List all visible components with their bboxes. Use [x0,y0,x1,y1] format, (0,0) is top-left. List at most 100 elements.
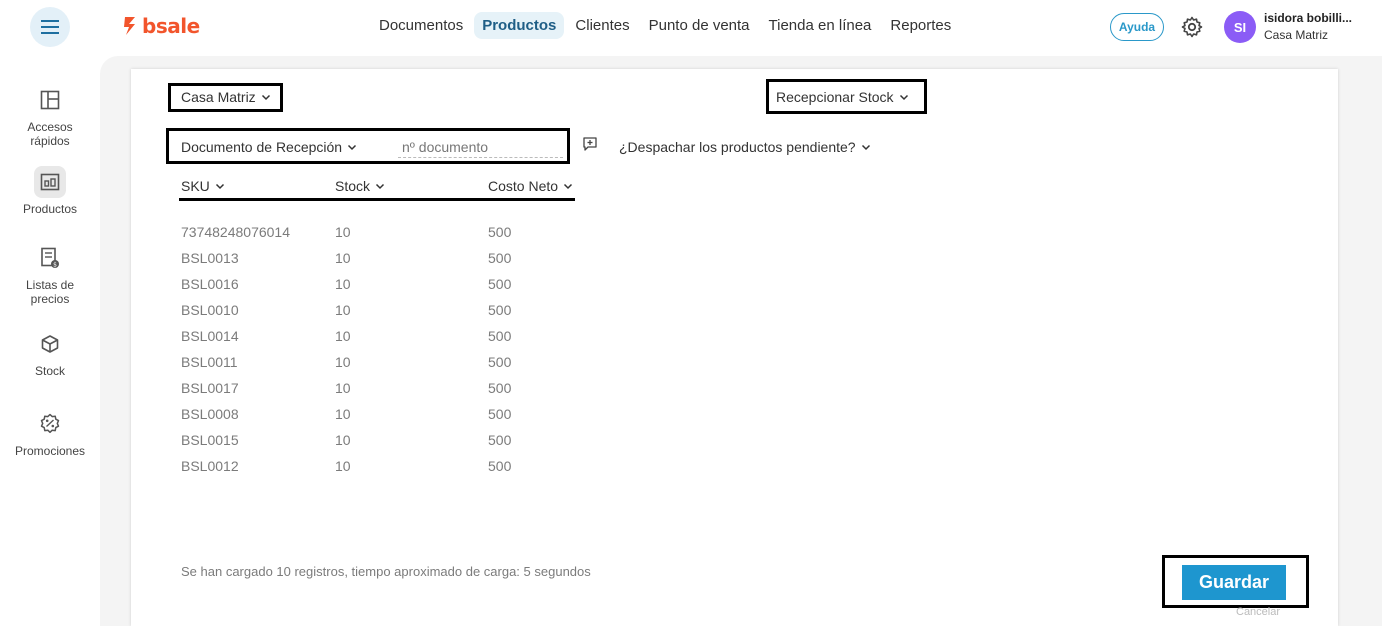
help-button[interactable]: Ayuda [1110,13,1164,41]
cost-cell: 500 [488,432,512,448]
sidebar-item-promociones[interactable]: Promociones [0,408,100,458]
table-row: BSL0014 10 500 [181,328,581,354]
cost-cell: 500 [488,354,512,370]
sku-cell: BSL0010 [181,302,239,318]
sku-cell: BSL0015 [181,432,239,448]
cost-cell: 500 [488,380,512,396]
cost-cell: 500 [488,224,512,240]
sidebar-item-label: Accesos rápidos [27,120,73,148]
top-bar: bsale Documentos Productos Clientes Punt… [0,0,1382,56]
nav-documentos[interactable]: Documentos [371,12,471,39]
add-comment-icon[interactable] [582,136,598,152]
stock-cell: 10 [335,224,351,240]
menu-icon [41,20,59,34]
sidebar-item-label: Productos [22,202,78,216]
stock-cell: 10 [335,276,351,292]
cost-cell: 500 [488,406,512,422]
stock-cell: 10 [335,354,351,370]
dispatch-pending-label: ¿Despachar los productos pendiente? [619,139,856,155]
nav-tienda-en-linea[interactable]: Tienda en línea [761,12,880,39]
nav-productos[interactable]: Productos [474,12,565,39]
sidebar-item-label: Stock [34,364,65,378]
operation-select[interactable]: Recepcionar Stock [776,89,909,105]
cost-cell: 500 [488,458,512,474]
sku-cell: BSL0014 [181,328,239,344]
cost-cell: 500 [488,302,512,318]
table-row: BSL0016 10 500 [181,276,581,302]
price-list-icon: $ [34,242,66,274]
svg-text:$: $ [53,262,57,269]
cube-icon [34,328,66,360]
user-avatar[interactable]: SI [1224,11,1256,43]
document-number-input[interactable] [398,136,563,158]
document-type-value: Documento de Recepción [181,139,343,155]
column-header-label: SKU [181,178,210,194]
table-row: BSL0011 10 500 [181,354,581,380]
table-row: BSL0010 10 500 [181,302,581,328]
column-header-costo-neto[interactable]: Costo Neto [488,178,573,194]
sidebar-item-accesos-rapidos[interactable]: Accesos rápidos [0,84,100,148]
sku-cell: BSL0011 [181,354,238,370]
sku-cell: BSL0012 [181,458,239,474]
cost-cell: 500 [488,276,512,292]
sku-cell: BSL0016 [181,276,239,292]
layout-icon [34,84,66,116]
branch-select-value: Casa Matriz [181,89,256,105]
dispatch-pending-select[interactable]: ¿Despachar los productos pendiente? [619,139,871,155]
table-row: 73748248076014 10 500 [181,224,581,250]
column-header-stock[interactable]: Stock [335,178,385,194]
bsale-logo-icon [124,17,135,35]
sku-cell: BSL0013 [181,250,239,266]
save-button[interactable]: Guardar [1182,565,1286,600]
products-icon [34,166,66,198]
sku-cell: BSL0008 [181,406,239,422]
operation-select-value: Recepcionar Stock [776,89,894,105]
chevron-down-icon [261,94,270,101]
sidebar-item-label: Listas de precios [25,278,75,306]
gear-icon[interactable] [1180,15,1204,39]
sidebar-item-label: Promociones [14,444,86,458]
stock-cell: 10 [335,380,351,396]
stock-cell: 10 [335,458,351,474]
column-header-label: Stock [335,178,371,194]
cost-cell: 500 [488,328,512,344]
table-row: BSL0017 10 500 [181,380,581,406]
column-header-sku[interactable]: SKU [181,178,225,194]
stock-cell: 10 [335,302,351,318]
sidebar-item-productos[interactable]: Productos [0,166,100,216]
nav-clientes[interactable]: Clientes [567,12,637,39]
stock-cell: 10 [335,250,351,266]
user-branch: Casa Matriz [1264,28,1329,42]
table-row: BSL0013 10 500 [181,250,581,276]
chevron-down-icon [375,183,385,190]
cost-cell: 500 [488,250,512,266]
sku-cell: BSL0017 [181,380,239,396]
table-row: BSL0015 10 500 [181,432,581,458]
load-status-text: Se han cargado 10 registros, tiempo apro… [181,564,591,579]
table-row: BSL0012 10 500 [181,458,581,484]
column-header-label: Costo Neto [488,178,559,194]
chevron-down-icon [861,144,870,151]
hamburger-menu-button[interactable] [30,7,70,47]
stock-cell: 10 [335,432,351,448]
chevron-down-icon [564,183,573,190]
user-name[interactable]: isidora bobilli... [1264,11,1352,25]
sidebar-item-stock[interactable]: Stock [0,328,100,378]
bsale-logo[interactable]: bsale [122,14,200,38]
chevron-down-icon [348,144,357,151]
stock-cell: 10 [335,406,351,422]
table-row: BSL0008 10 500 [181,406,581,432]
nav-reportes[interactable]: Reportes [882,12,959,39]
branch-select[interactable]: Casa Matriz [181,89,271,105]
nav-punto-de-venta[interactable]: Punto de venta [641,12,758,39]
stock-cell: 10 [335,328,351,344]
sku-cell: 73748248076014 [181,224,291,240]
document-type-select[interactable]: Documento de Recepción [181,139,357,155]
percent-badge-icon [34,408,66,440]
cancel-link[interactable]: Cancelar [1236,606,1280,618]
chevron-down-icon [899,94,908,101]
sidebar: Accesos rápidos Productos $ Listas de pr… [0,56,100,626]
main-nav: Documentos Productos Clientes Punto de v… [371,12,962,39]
logo-text: bsale [142,14,200,38]
sidebar-item-listas-de-precios[interactable]: $ Listas de precios [0,242,100,306]
